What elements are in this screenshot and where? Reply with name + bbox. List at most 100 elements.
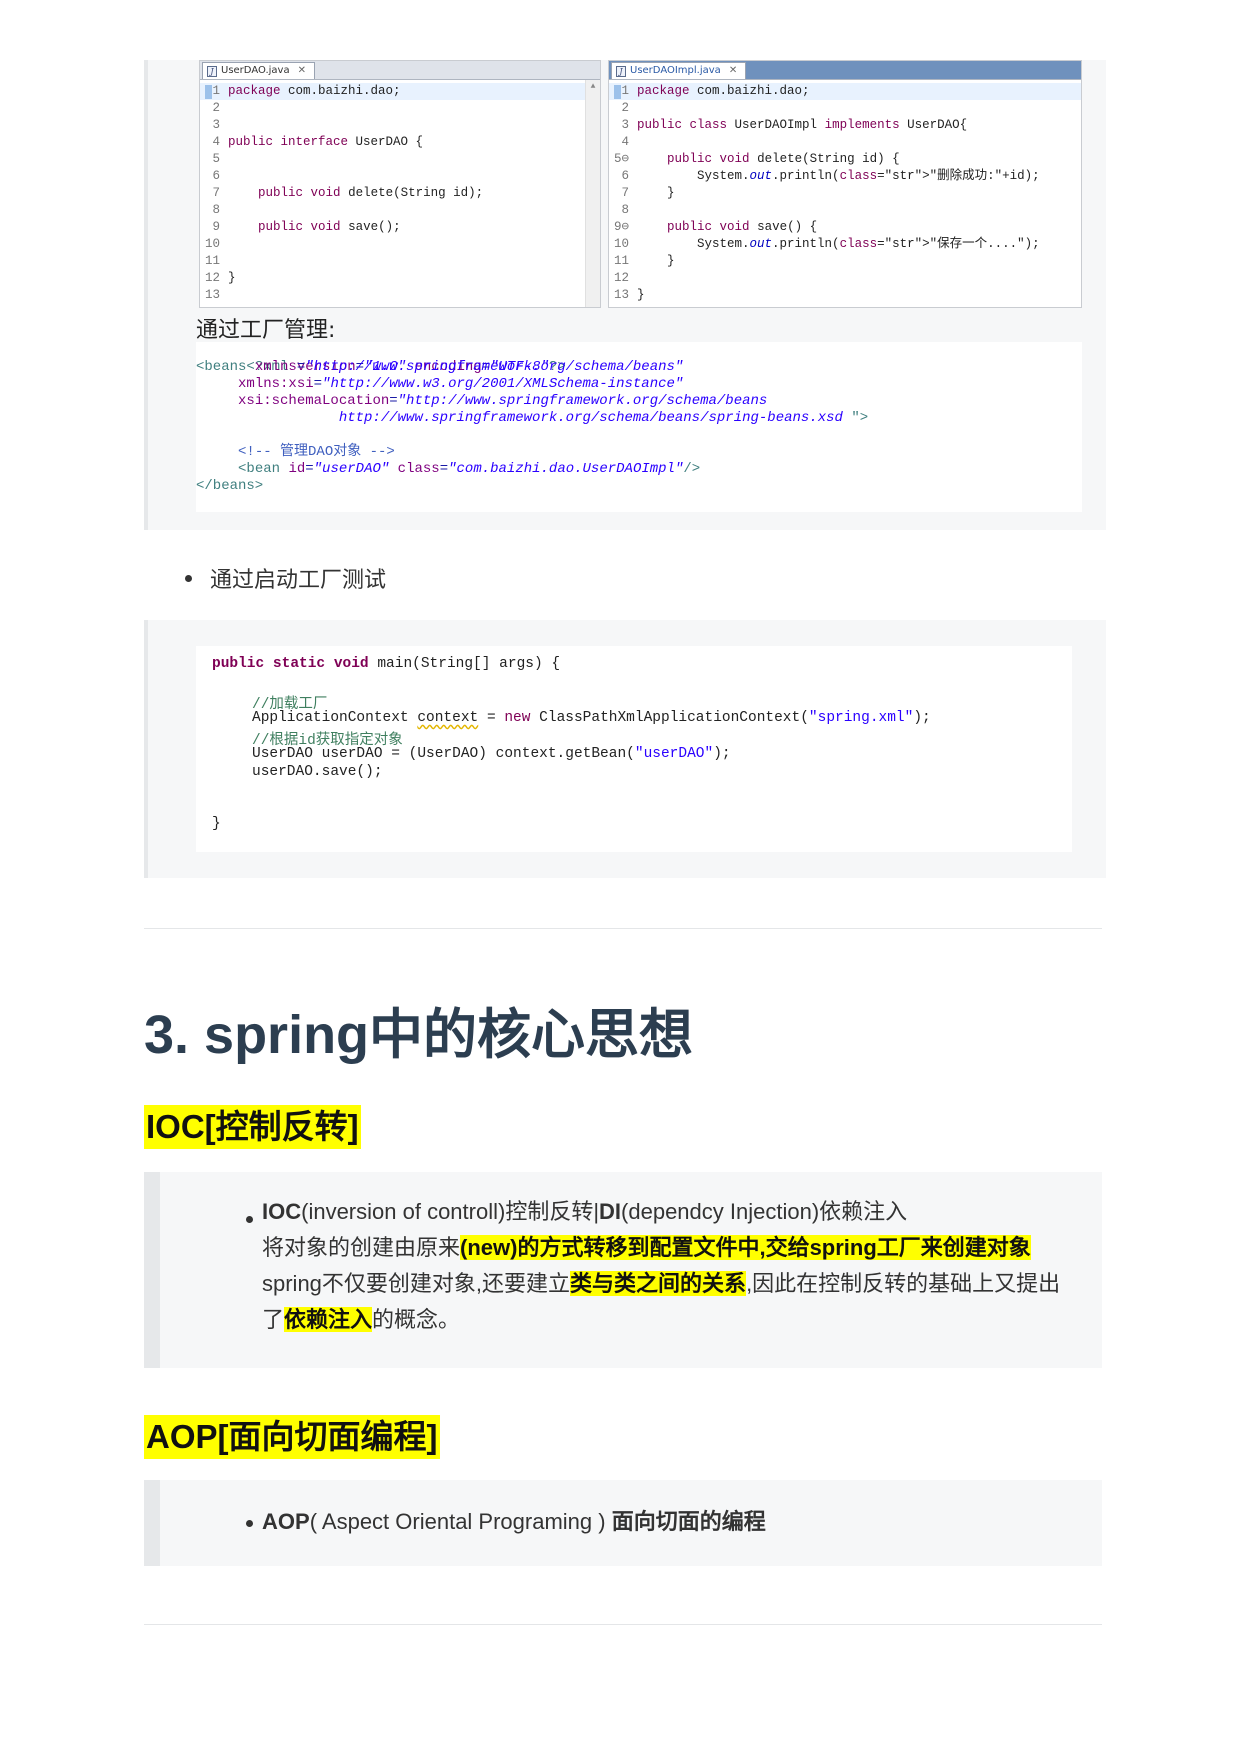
code-line: 4 public interface UserDAO {: [200, 134, 600, 151]
line-marker: [614, 85, 621, 99]
line-text: public interface UserDAO {: [228, 135, 424, 149]
line-number: 9: [212, 220, 220, 234]
tab-label: UserDAOImpl.java: [630, 65, 721, 76]
line-text: package com.baizhi.dao;: [228, 84, 401, 98]
xml-xsi: xmlns:xsi="http://www.w3.org/2001/XMLSch…: [238, 376, 684, 392]
aop-text: AOP( Aspect Oriental Programing ) 面向切面的编…: [262, 1509, 766, 1534]
code-line: 6: [200, 168, 600, 185]
tab-userdao[interactable]: J UserDAO.java ✕: [202, 62, 315, 79]
scrollbar[interactable]: ▲: [585, 80, 600, 307]
line-number: 5: [212, 152, 220, 166]
xml-bean: <bean id="userDAO" class="com.baizhi.dao…: [238, 461, 701, 477]
code-line: 7 public void delete(String id);: [200, 185, 600, 202]
code-line: 10: [200, 236, 600, 253]
code-line: 9 public void save();: [200, 219, 600, 236]
line-number: 3: [621, 118, 629, 132]
line-number: 10: [204, 237, 220, 251]
code-line: 12: [609, 270, 1081, 287]
line-number: 6: [621, 169, 629, 183]
code-line: 5: [200, 151, 600, 168]
code-lines: 1 package com.baizhi.dao; 2 3 public class U…: [609, 83, 1081, 304]
line-text: public void delete(String id) {: [667, 152, 900, 166]
line-number: 7: [212, 186, 220, 200]
main-method-code: public static void main(String[] args) {…: [196, 646, 1072, 852]
bullet-dot: [185, 574, 192, 582]
line-text: }: [637, 186, 675, 200]
line-text: }: [637, 254, 675, 268]
code-line: 13: [200, 287, 600, 304]
line-text: System.out.println(class="str">"保存一个....…: [637, 237, 1040, 251]
line-text: }: [228, 271, 236, 285]
code-context: ApplicationContext context = new ClassPa…: [252, 710, 931, 726]
divider: [144, 928, 1102, 929]
line-marker: [205, 85, 212, 99]
code-line: 8: [200, 202, 600, 219]
code-line: 8: [609, 202, 1081, 219]
xml-comment: <!-- 管理DAO对象 -->: [238, 444, 395, 460]
line-text: package com.baizhi.dao;: [637, 84, 810, 98]
xml-schema-location: xsi:schemaLocation="http://www.springfra…: [238, 393, 768, 409]
code-line: 3: [200, 117, 600, 134]
tab-userdaoimpl[interactable]: J UserDAOImpl.java ✕: [611, 62, 747, 79]
factory-label: 通过工厂管理:: [196, 318, 336, 343]
close-icon[interactable]: ✕: [729, 63, 737, 79]
code-line: 7 }: [609, 185, 1081, 202]
code-line: 12}: [200, 270, 600, 287]
line-text: public class UserDAOImpl implements User…: [637, 118, 968, 132]
xml-beans-open: <beans xmlns="http://www.springframework…: [196, 359, 684, 375]
xml-schema-location-2: http://www.springframework.org/schema/be…: [338, 410, 869, 426]
code-line: 3 public class UserDAOImpl implements Use…: [609, 117, 1081, 134]
code-line: 11: [200, 253, 600, 270]
section-title: 3. spring中的核心思想: [144, 1005, 694, 1065]
bullet-item: 通过启动工厂测试: [185, 562, 386, 594]
ioc-text: IOC(inversion of controll)控制反转|DI(depend…: [262, 1199, 1061, 1332]
code-block: public static void main(String[] args) {…: [144, 620, 1106, 878]
tab-label: UserDAO.java: [221, 65, 290, 76]
code-line: 11 }: [609, 253, 1081, 270]
xml-config: <?xml version="1.0" encoding="UTF-8"?> <…: [196, 342, 1082, 512]
aop-quote: AOP( Aspect Oriental Programing ) 面向切面的编…: [144, 1480, 1102, 1566]
line-number: 11: [204, 254, 220, 268]
line-number: 2: [212, 101, 220, 115]
line-number: 5⊖: [613, 152, 629, 166]
ioc-heading: IOC[控制反转]: [144, 1105, 361, 1149]
line-number: 8: [212, 203, 220, 217]
line-number: 13: [204, 288, 220, 302]
xml-beans-close: </beans>: [196, 478, 264, 494]
code-save: userDAO.save();: [252, 764, 383, 780]
bullet-dot: [246, 1520, 253, 1527]
line-number: 7: [621, 186, 629, 200]
line-text: public void delete(String id);: [258, 186, 484, 200]
code-line: 6 System.out.println(class="str">"删除成功:"…: [609, 168, 1081, 185]
code-line: 13}: [609, 287, 1081, 304]
close-icon[interactable]: ✕: [298, 63, 306, 79]
scroll-up-icon[interactable]: ▲: [586, 82, 600, 91]
code-line: 2: [200, 100, 600, 117]
line-number: 10: [613, 237, 629, 251]
line-number: 8: [621, 203, 629, 217]
editor-tabbar: J UserDAO.java ✕: [200, 61, 600, 80]
code-line: 1 package com.baizhi.dao;: [200, 83, 600, 100]
code-lines: 1 package com.baizhi.dao; 2 3 4 public interf…: [200, 83, 600, 304]
code-line: 4: [609, 134, 1081, 151]
line-text: public void save();: [258, 220, 401, 234]
code-line: 9⊖ public void save() {: [609, 219, 1081, 236]
editor-tabbar: J UserDAOImpl.java ✕: [609, 61, 1081, 80]
code-getbean: UserDAO userDAO = (UserDAO) context.getB…: [252, 746, 731, 762]
line-text: System.out.println(class="str">"删除成功:"+i…: [637, 169, 1040, 183]
screenshot-block: J UserDAO.java ✕ 1 package com.baizhi.dao…: [144, 60, 1106, 530]
line-number: 4: [621, 135, 629, 149]
line-number: 4: [212, 135, 220, 149]
line-number: 2: [621, 101, 629, 115]
java-file-icon: J: [207, 65, 217, 77]
java-file-icon: J: [616, 65, 626, 77]
editor-userdao: J UserDAO.java ✕ 1 package com.baizhi.dao…: [199, 60, 601, 308]
bullet-dot: [246, 1216, 253, 1223]
line-text: public void save() {: [667, 220, 818, 234]
code-line: 1 package com.baizhi.dao;: [609, 83, 1081, 100]
line-number: 3: [212, 118, 220, 132]
line-number: 12: [204, 271, 220, 285]
code-signature: public static void main(String[] args) {: [212, 656, 561, 672]
code-close: }: [212, 816, 221, 832]
xml-decl: <?xml version="1.0" encoding="UTF-8"?>: [246, 359, 566, 375]
